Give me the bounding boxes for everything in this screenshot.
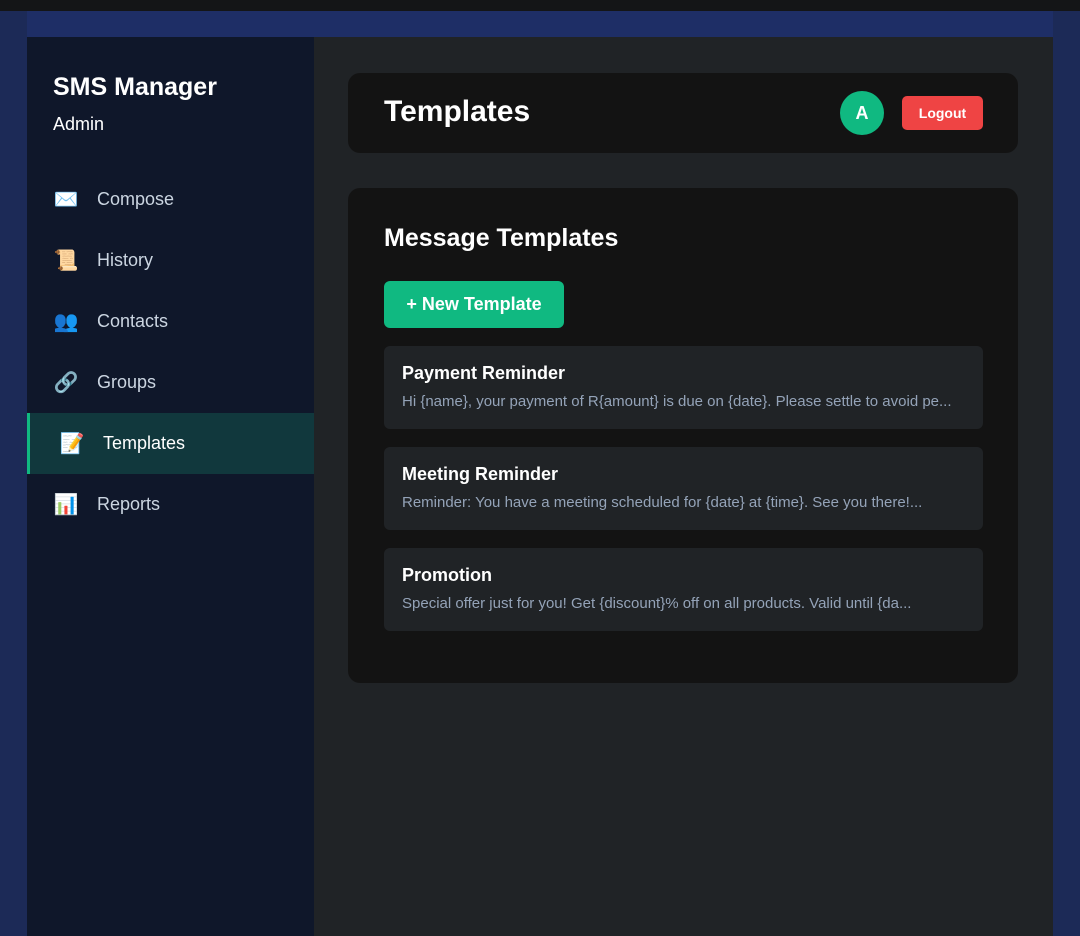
template-name: Payment Reminder bbox=[402, 363, 566, 383]
scroll-icon: 📜 bbox=[53, 250, 79, 272]
sidebar-item-label: Compose bbox=[97, 189, 175, 209]
sidebar-item-label: Groups bbox=[97, 372, 157, 392]
window-top-bar bbox=[27, 11, 1053, 37]
sidebar-item-label: Templates bbox=[103, 433, 186, 453]
template-item-promotion[interactable]: Promotion Special offer just for you! Ge… bbox=[384, 548, 983, 631]
bar-chart-icon: 📊 bbox=[53, 494, 79, 516]
sidebar-item-label: History bbox=[97, 250, 154, 270]
sidebar-item-reports[interactable]: 📊 Reports bbox=[27, 474, 314, 535]
envelope-icon: ✉️ bbox=[53, 189, 79, 211]
sidebar-item-history[interactable]: 📜 History bbox=[27, 230, 314, 291]
top-strip bbox=[0, 0, 1080, 11]
templates-card: Message Templates + New Template Payment… bbox=[348, 188, 1018, 683]
new-template-button[interactable]: + New Template bbox=[384, 281, 564, 328]
template-item-payment-reminder[interactable]: Payment Reminder Hi {name}, your payment… bbox=[384, 346, 983, 429]
sidebar: SMS Manager Admin ✉️ Compose 📜 History 👥… bbox=[27, 37, 314, 936]
user-role: Admin bbox=[53, 114, 105, 134]
avatar[interactable]: A bbox=[840, 91, 884, 135]
section-title: Message Templates bbox=[384, 224, 619, 252]
sidebar-item-label: Reports bbox=[97, 494, 161, 514]
template-item-meeting-reminder[interactable]: Meeting Reminder Reminder: You have a me… bbox=[384, 447, 983, 530]
memo-icon: 📝 bbox=[59, 433, 85, 455]
app-window: SMS Manager Admin ✉️ Compose 📜 History 👥… bbox=[27, 11, 1053, 936]
link-icon: 🔗 bbox=[53, 372, 79, 394]
template-name: Meeting Reminder bbox=[402, 464, 559, 484]
app-title: SMS Manager bbox=[53, 73, 217, 101]
template-preview: Hi {name}, your payment of R{amount} is … bbox=[402, 393, 952, 410]
sidebar-nav: ✉️ Compose 📜 History 👥 Contacts 🔗 Groups… bbox=[27, 169, 314, 535]
logout-button[interactable]: Logout bbox=[902, 96, 983, 130]
template-preview: Special offer just for you! Get {discoun… bbox=[402, 595, 912, 612]
main-content: Templates A Logout Message Templates + N… bbox=[314, 37, 1053, 936]
sidebar-item-groups[interactable]: 🔗 Groups bbox=[27, 352, 314, 413]
sidebar-item-compose[interactable]: ✉️ Compose bbox=[27, 169, 314, 230]
sidebar-item-label: Contacts bbox=[97, 311, 169, 331]
sidebar-item-contacts[interactable]: 👥 Contacts bbox=[27, 291, 314, 352]
sidebar-item-templates[interactable]: 📝 Templates bbox=[27, 413, 314, 474]
template-name: Promotion bbox=[402, 565, 492, 585]
page-title: Templates bbox=[384, 95, 531, 128]
page-header: Templates A Logout bbox=[348, 73, 1018, 153]
template-preview: Reminder: You have a meeting scheduled f… bbox=[402, 494, 923, 511]
people-icon: 👥 bbox=[53, 311, 79, 333]
